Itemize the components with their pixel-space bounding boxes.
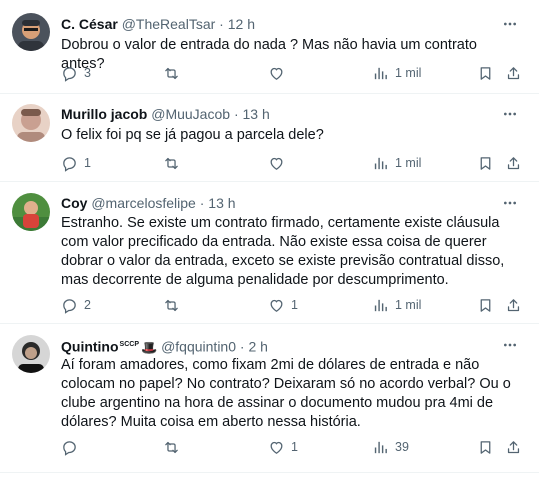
views-count: 1 mil bbox=[395, 66, 422, 80]
tweet-actions: 2 1 1 mil bbox=[61, 296, 521, 314]
views-chart-icon bbox=[374, 157, 387, 169]
views-button[interactable]: 1 mil bbox=[372, 64, 421, 82]
more-options-icon[interactable] bbox=[501, 336, 519, 354]
share-icon bbox=[507, 156, 520, 169]
reply-button[interactable] bbox=[61, 438, 84, 456]
retweet-button[interactable] bbox=[163, 296, 186, 314]
views-chart-icon bbox=[374, 67, 387, 79]
share-button[interactable] bbox=[505, 296, 522, 314]
user-handle[interactable]: @MuuJacob bbox=[151, 106, 230, 122]
retweet-icon bbox=[165, 299, 178, 311]
bookmark-button[interactable] bbox=[477, 438, 494, 456]
avatar[interactable] bbox=[12, 193, 50, 231]
display-name[interactable]: C. César bbox=[61, 16, 118, 32]
retweet-button[interactable] bbox=[163, 154, 186, 172]
like-button[interactable]: 1 bbox=[268, 296, 298, 314]
reply-button[interactable]: 3 bbox=[61, 64, 91, 82]
separator: · bbox=[219, 16, 224, 32]
share-button[interactable] bbox=[505, 64, 522, 82]
crown-emoji-icon: 🎩 bbox=[141, 339, 158, 355]
team-badge: SCCP bbox=[119, 341, 139, 348]
avatar[interactable] bbox=[12, 335, 50, 373]
heart-icon bbox=[270, 157, 283, 170]
views-chart-icon bbox=[374, 299, 387, 311]
share-button[interactable] bbox=[505, 154, 522, 172]
tweet-card[interactable]: Coy @marcelosfelipe · 13 h Estranho. Se … bbox=[0, 182, 539, 324]
separator: · bbox=[239, 338, 245, 355]
reply-icon bbox=[63, 440, 76, 456]
views-count: 1 mil bbox=[395, 298, 422, 312]
bookmark-icon bbox=[480, 298, 491, 312]
reply-icon bbox=[63, 298, 76, 314]
separator: · bbox=[199, 195, 205, 211]
user-handle[interactable]: @marcelosfelipe bbox=[91, 195, 195, 211]
heart-icon bbox=[270, 67, 283, 80]
views-button[interactable]: 39 bbox=[372, 438, 409, 456]
bookmark-icon bbox=[480, 440, 491, 454]
reply-icon bbox=[63, 66, 76, 82]
user-handle[interactable]: @fqquintin0 bbox=[161, 339, 236, 355]
timestamp[interactable]: 2 h bbox=[248, 339, 267, 355]
views-count: 39 bbox=[395, 440, 409, 454]
views-button[interactable]: 1 mil bbox=[372, 154, 421, 172]
like-count: 1 bbox=[291, 440, 298, 454]
tweet-actions: 3 1 mil bbox=[61, 64, 521, 82]
tweet-card[interactable]: C. César @TheRealTsar · 12 h Dobrou o va… bbox=[0, 0, 539, 94]
retweet-icon bbox=[165, 67, 178, 79]
reply-count: 3 bbox=[84, 66, 91, 80]
tweet-header: Murillo jacob @MuuJacob · 13 h bbox=[61, 105, 270, 123]
replies-feed: C. César @TheRealTsar · 12 h Dobrou o va… bbox=[0, 0, 539, 473]
timestamp[interactable]: 13 h bbox=[243, 106, 270, 122]
reply-count: 1 bbox=[84, 156, 91, 170]
views-button[interactable]: 1 mil bbox=[372, 296, 421, 314]
like-button[interactable]: 1 bbox=[268, 438, 298, 456]
like-count: 1 bbox=[291, 298, 298, 312]
reply-icon bbox=[63, 156, 76, 172]
share-icon bbox=[507, 298, 520, 311]
tweet-text: Estranho. Se existe um contrato firmado,… bbox=[61, 215, 505, 288]
tweet-actions: 1 39 bbox=[61, 438, 521, 456]
like-button[interactable] bbox=[268, 154, 291, 172]
tweet-header: Coy @marcelosfelipe · 13 h bbox=[61, 194, 236, 212]
retweet-button[interactable] bbox=[163, 64, 186, 82]
bookmark-button[interactable] bbox=[477, 64, 494, 82]
tweet-header: C. César @TheRealTsar · 12 h bbox=[61, 15, 255, 33]
tweet-card[interactable]: Murillo jacob @MuuJacob · 13 h O felix f… bbox=[0, 94, 539, 182]
tweet-header: QuintinoSCCP 🎩 @fqquintin0 · 2 h bbox=[61, 336, 268, 357]
retweet-icon bbox=[165, 157, 178, 169]
retweet-icon bbox=[165, 441, 178, 453]
bookmark-icon bbox=[480, 156, 491, 170]
views-count: 1 mil bbox=[395, 156, 422, 170]
more-options-icon[interactable] bbox=[501, 105, 519, 123]
display-name[interactable]: Murillo jacob bbox=[61, 106, 147, 122]
share-button[interactable] bbox=[505, 438, 522, 456]
avatar[interactable] bbox=[12, 104, 50, 142]
bookmark-button[interactable] bbox=[477, 154, 494, 172]
share-icon bbox=[507, 66, 520, 79]
retweet-button[interactable] bbox=[163, 438, 186, 456]
timestamp[interactable]: 13 h bbox=[208, 195, 235, 211]
avatar[interactable] bbox=[12, 13, 50, 51]
like-button[interactable] bbox=[268, 64, 291, 82]
tweet-actions: 1 1 mil bbox=[61, 154, 521, 172]
bookmark-button[interactable] bbox=[477, 296, 494, 314]
reply-button[interactable]: 1 bbox=[61, 154, 91, 172]
views-chart-icon bbox=[374, 441, 387, 453]
tweet-card[interactable]: QuintinoSCCP 🎩 @fqquintin0 · 2 h Aí foram… bbox=[0, 324, 539, 473]
reply-button[interactable]: 2 bbox=[61, 296, 91, 314]
more-options-icon[interactable] bbox=[501, 15, 519, 33]
more-options-icon[interactable] bbox=[501, 194, 519, 212]
separator: · bbox=[233, 106, 239, 122]
display-name[interactable]: Quintino bbox=[61, 339, 119, 355]
tweet-text: O felix foi pq se já pagou a parcela del… bbox=[61, 127, 324, 143]
heart-icon bbox=[270, 441, 283, 454]
user-handle[interactable]: @TheRealTsar bbox=[122, 16, 216, 32]
timestamp[interactable]: 12 h bbox=[228, 16, 255, 32]
tweet-text: Aí foram amadores, como fixam 2mi de dól… bbox=[61, 357, 511, 430]
display-name[interactable]: Coy bbox=[61, 195, 87, 211]
share-icon bbox=[507, 440, 520, 453]
heart-icon bbox=[270, 299, 283, 312]
reply-count: 2 bbox=[84, 298, 91, 312]
bookmark-icon bbox=[480, 66, 491, 80]
